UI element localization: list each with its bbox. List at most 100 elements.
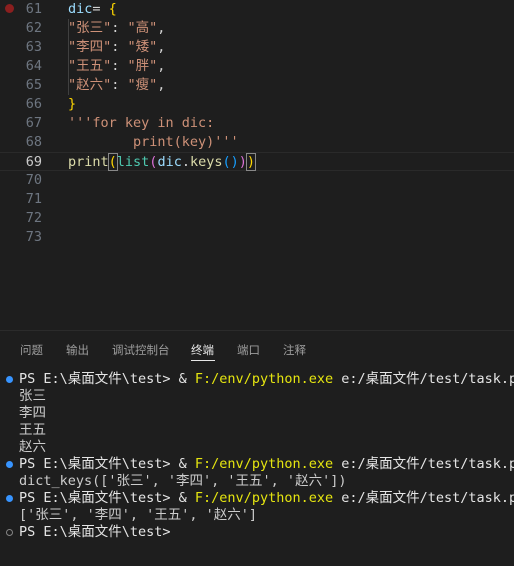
- terminal-line: 王五: [0, 422, 514, 439]
- code-token: print(key)''': [68, 134, 239, 150]
- line-number: 70: [25, 172, 42, 188]
- terminal-text: 李四: [19, 405, 46, 422]
- code-editor[interactable]: 61 dic= {62 "张三": "高", 63 "李四": "矮", 64 "王五": …: [0, 0, 514, 330]
- editor-line[interactable]: 70: [0, 171, 514, 190]
- panel-tab[interactable]: 注释: [283, 342, 306, 358]
- code-token: dic: [68, 1, 93, 17]
- code-token: :: [111, 39, 128, 55]
- terminal-text: 赵六: [19, 439, 46, 456]
- editor-line[interactable]: 61 dic= {: [0, 0, 514, 19]
- terminal-token: 赵六: [19, 439, 46, 455]
- command-status-icon[interactable]: [6, 529, 13, 536]
- code-token: }: [68, 96, 77, 112]
- terminal-text: PS E:\桌面文件\test> & F:/env/python.exe e:/…: [19, 456, 514, 473]
- code-token: list: [116, 154, 150, 170]
- code-text: "赵六": "瘦",: [68, 76, 165, 95]
- code-token: :: [111, 77, 128, 93]
- code-token: ,: [157, 20, 166, 36]
- line-number: 67: [25, 115, 42, 131]
- editor-line[interactable]: 71: [0, 190, 514, 209]
- terminal-line: dict_keys(['张三', '李四', '王五', '赵六']): [0, 473, 514, 490]
- code-token: "赵六": [68, 77, 112, 93]
- terminal-token: PS E:\桌面文件\test> &: [19, 456, 195, 472]
- terminal-line: 李四: [0, 405, 514, 422]
- terminal-token: e:/桌面文件/test/task.py: [333, 490, 514, 506]
- terminal-text: 王五: [19, 422, 46, 439]
- panel-tab[interactable]: 调试控制台: [112, 342, 170, 358]
- code-token: :: [111, 20, 128, 36]
- code-token: (: [107, 153, 118, 171]
- terminal-token: F:/env/python.exe: [194, 456, 334, 472]
- terminal-token: F:/env/python.exe: [194, 371, 334, 387]
- code-text: "张三": "高",: [68, 19, 165, 38]
- panel-tab[interactable]: 终端: [191, 342, 214, 358]
- command-status-icon[interactable]: [6, 461, 13, 468]
- terminal-token: PS E:\桌面文件\test> &: [19, 371, 195, 387]
- terminal-token: e:/桌面文件/test/task.py: [333, 371, 514, 387]
- terminal-line: PS E:\桌面文件\test> & F:/env/python.exe e:/…: [0, 490, 514, 507]
- line-number: 63: [25, 39, 42, 55]
- terminal-line: PS E:\桌面文件\test> & F:/env/python.exe e:/…: [0, 371, 514, 388]
- line-number: 62: [25, 20, 42, 36]
- code-token: "瘦": [127, 77, 158, 93]
- panel-tab[interactable]: 问题: [20, 342, 43, 358]
- code-text: '''for key in dic:: [68, 114, 214, 133]
- terminal-token: PS E:\桌面文件\test> &: [19, 490, 195, 506]
- code-token: "矮": [127, 39, 158, 55]
- editor-line[interactable]: 63 "李四": "矮",: [0, 38, 514, 57]
- terminal-token: ['张三', '李四', '王五', '赵六']: [19, 507, 258, 523]
- panel-tab[interactable]: 端口: [237, 342, 260, 358]
- code-token: ,: [157, 77, 166, 93]
- terminal-text: PS E:\桌面文件\test> & F:/env/python.exe e:/…: [19, 371, 514, 388]
- terminal-token: e:/桌面文件/test/task.py: [333, 456, 514, 472]
- code-token: ,: [157, 58, 166, 74]
- code-token: {: [108, 1, 117, 17]
- code-token: ,: [157, 39, 166, 55]
- code-text: print(list(dic.keys())): [68, 153, 257, 172]
- editor-line[interactable]: 67 '''for key in dic:: [0, 114, 514, 133]
- panel-tab[interactable]: 输出: [66, 342, 89, 358]
- terminal-line: 张三: [0, 388, 514, 405]
- line-number: 71: [25, 191, 42, 207]
- editor-line[interactable]: 68 print(key)''': [0, 133, 514, 152]
- terminal-token: 李四: [19, 405, 46, 421]
- code-text: dic= {: [68, 0, 117, 19]
- code-token: print: [68, 154, 109, 170]
- code-token: "王五": [68, 58, 112, 74]
- editor-line[interactable]: 69 print(list(dic.keys())): [0, 152, 514, 171]
- terminal-line: PS E:\桌面文件\test> & F:/env/python.exe e:/…: [0, 456, 514, 473]
- terminal-text: ['张三', '李四', '王五', '赵六']: [19, 507, 257, 524]
- editor-line[interactable]: 66}: [0, 95, 514, 114]
- line-number: 64: [25, 58, 42, 74]
- terminal-token: 张三: [19, 388, 46, 404]
- command-status-icon[interactable]: [6, 376, 13, 383]
- terminal-token: F:/env/python.exe: [194, 490, 334, 506]
- editor-line[interactable]: 72: [0, 209, 514, 228]
- terminal-token: 王五: [19, 422, 46, 438]
- editor-line[interactable]: 73: [0, 228, 514, 247]
- editor-line[interactable]: 62 "张三": "高",: [0, 19, 514, 38]
- line-number: 65: [25, 77, 42, 93]
- code-token: '''for key in dic:: [68, 115, 215, 131]
- terminal-line: PS E:\桌面文件\test>: [0, 524, 514, 541]
- terminal-text: PS E:\桌面文件\test> & F:/env/python.exe e:/…: [19, 490, 514, 507]
- terminal-line: 赵六: [0, 439, 514, 456]
- editor-line[interactable]: 65 "赵六": "瘦",: [0, 76, 514, 95]
- terminal-token: PS E:\桌面文件\test>: [19, 524, 171, 540]
- code-text: print(key)''': [68, 133, 239, 152]
- code-token: :: [111, 58, 128, 74]
- line-number: 72: [25, 210, 42, 226]
- code-token: ): [238, 154, 247, 170]
- command-status-icon[interactable]: [6, 495, 13, 502]
- bottom-panel: 问题 输出 调试控制台 终端 端口 注释 PS E:\桌面文件\test> & F:/en…: [0, 330, 514, 566]
- line-number: 68: [25, 134, 42, 150]
- terminal-text: 张三: [19, 388, 46, 405]
- code-text: "李四": "矮",: [68, 38, 165, 57]
- code-token: (): [222, 154, 239, 170]
- line-number: 61: [25, 1, 42, 17]
- code-text: }: [68, 95, 76, 114]
- terminal-text: PS E:\桌面文件\test>: [19, 524, 171, 541]
- editor-line[interactable]: 64 "王五": "胖",: [0, 57, 514, 76]
- panel-tab-bar: 问题 输出 调试控制台 终端 端口 注释: [0, 331, 514, 367]
- code-token: dic: [157, 154, 182, 170]
